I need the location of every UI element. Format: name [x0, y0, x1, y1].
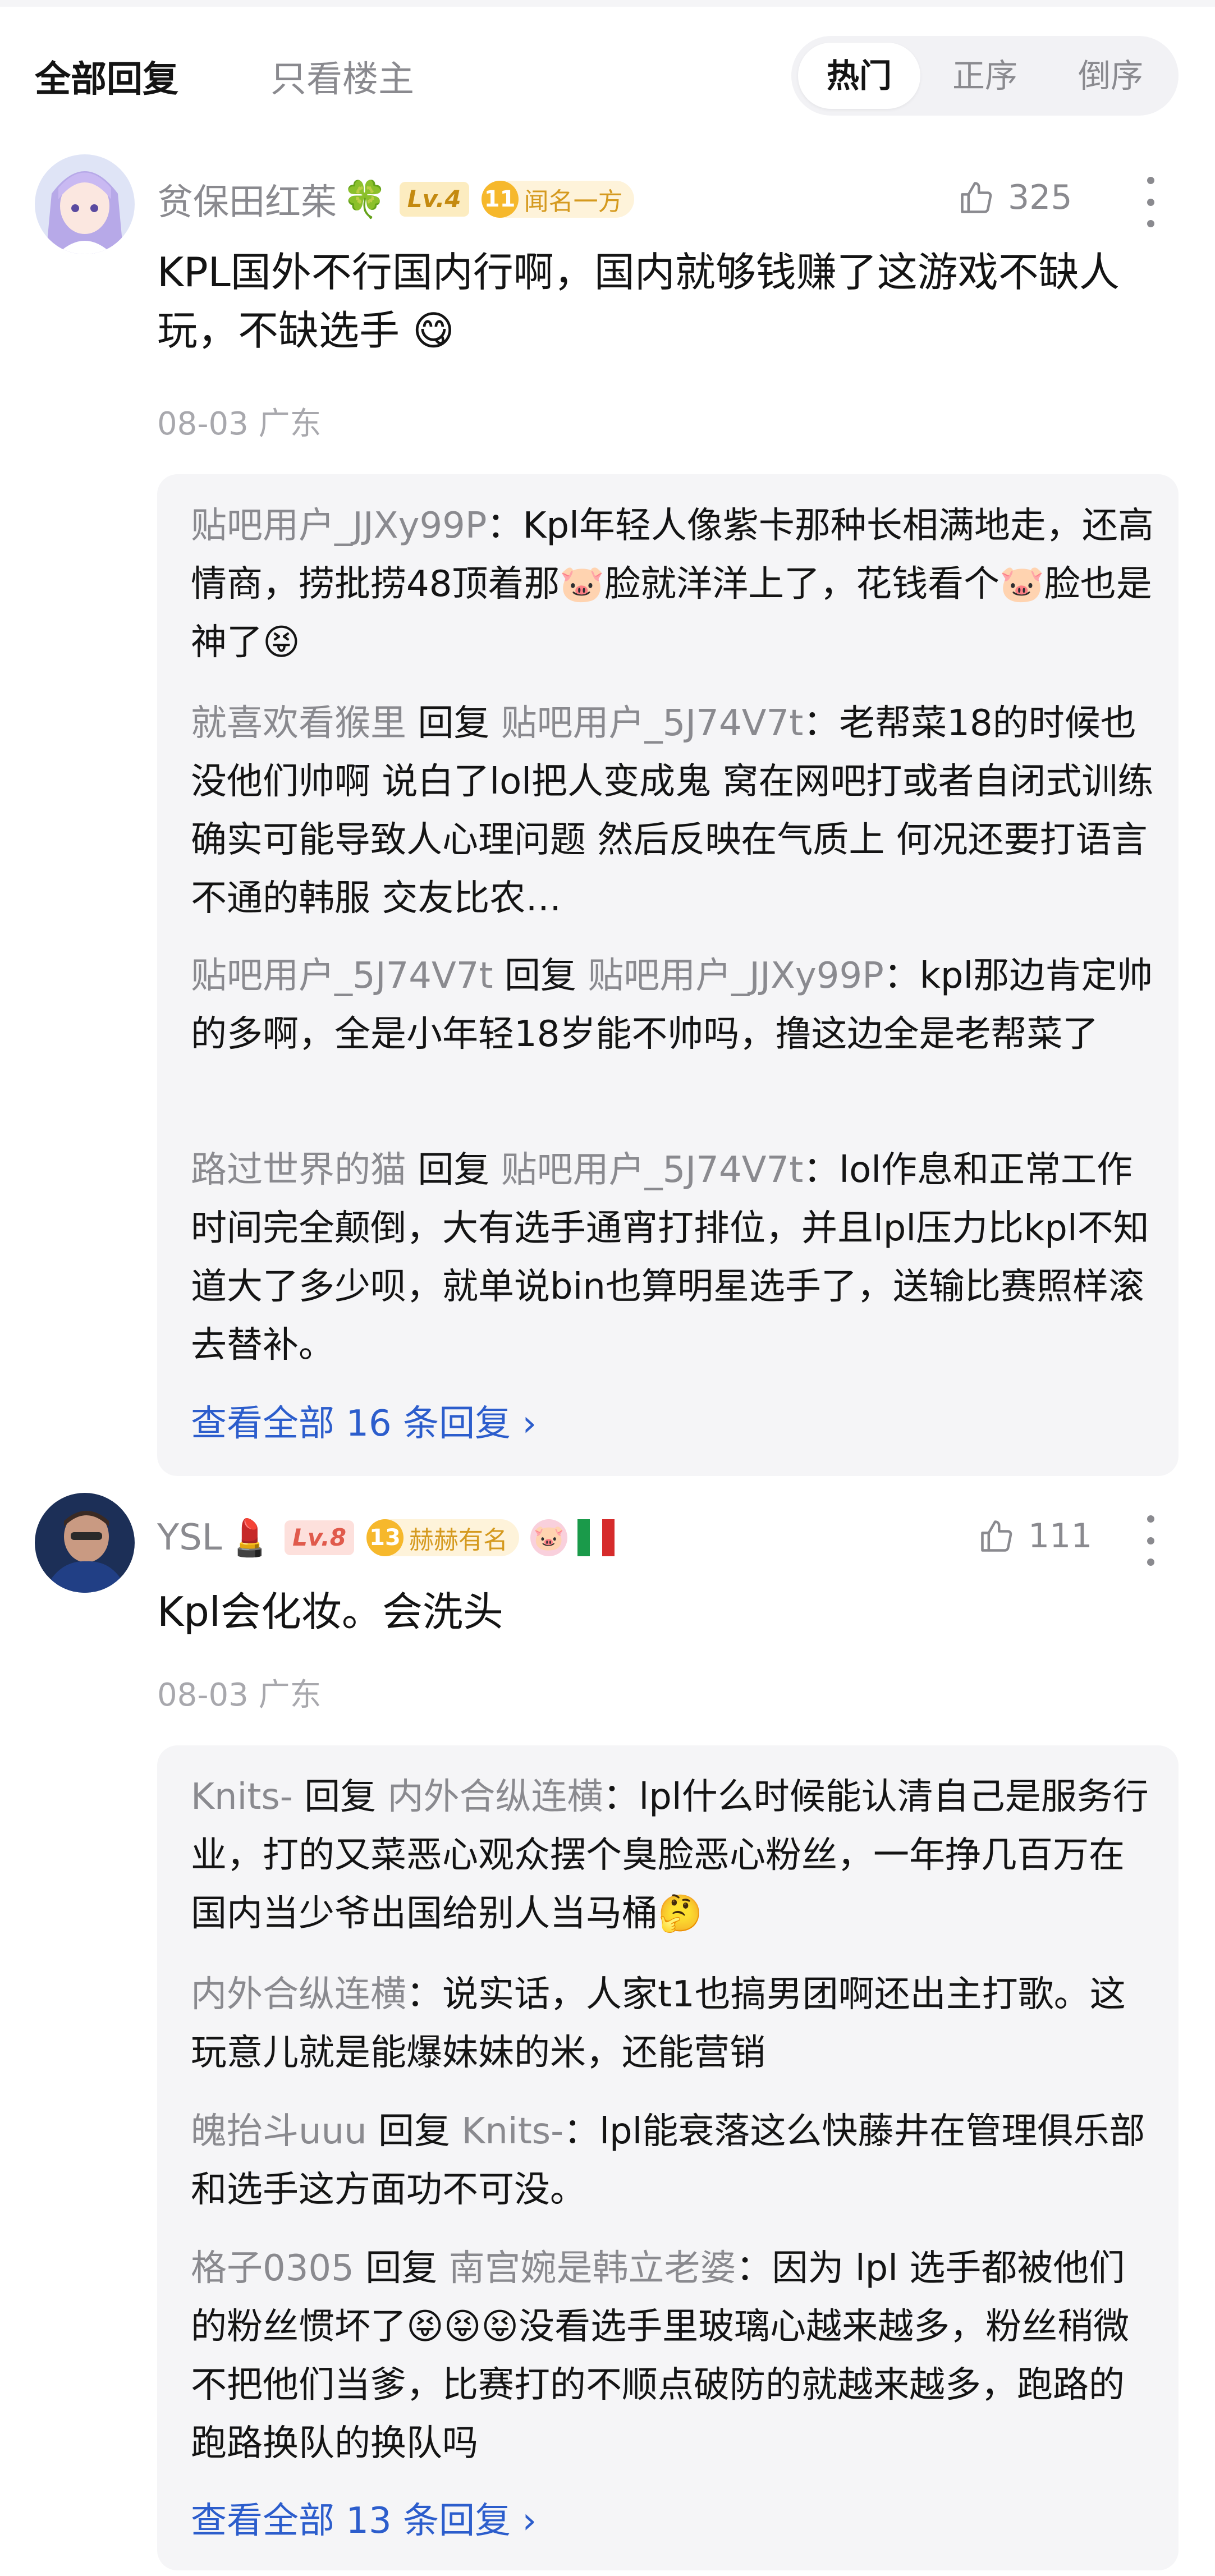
- medal-title: 赫赫有名: [409, 1526, 508, 1555]
- replies-box: 贴吧用户_JJXy99P：Kpl年轻人像紫卡那种长相满地走，还高情商，捞批捞48…: [157, 474, 1179, 1476]
- reply-item[interactable]: Knits- 回复 内外合纵连横：lpl什么时候能认清自己是服务行业，打的又菜恶…: [191, 1768, 1156, 1943]
- reply-word: 回复: [418, 703, 490, 744]
- reply-target[interactable]: 贴吧用户_5J74V7t: [501, 1149, 804, 1191]
- sort-ascending[interactable]: 正序: [924, 43, 1046, 109]
- username[interactable]: 贫保田红茱: [157, 173, 337, 225]
- honor-medal: 11 闻名一方: [481, 181, 634, 218]
- more-options-icon[interactable]: [1145, 1515, 1156, 1566]
- like-button[interactable]: 325: [957, 178, 1072, 217]
- reply-item[interactable]: 格子0305 回复 南宫婉是韩立老婆：因为 lpl 选手都被他们的粉丝惯坏了😝😝…: [191, 2239, 1156, 2473]
- reply-tabs-bar: 全部回复 只看楼主 热门 正序 倒序: [0, 34, 1215, 118]
- like-count: 325: [1008, 178, 1072, 217]
- reply-user[interactable]: 内外合纵连横: [191, 1974, 406, 2015]
- reply-word: 回复: [504, 955, 576, 997]
- honor-medal: 13 赫赫有名: [366, 1519, 519, 1556]
- reply-item[interactable]: 贴吧用户_JJXy99P：Kpl年轻人像紫卡那种长相满地走，还高情商，捞批捞48…: [191, 497, 1156, 672]
- tab-all-replies[interactable]: 全部回复: [35, 51, 178, 102]
- avatar[interactable]: [35, 154, 135, 254]
- reply-user[interactable]: 贴吧用户_5J74V7t: [191, 955, 493, 997]
- reply-target[interactable]: 贴吧用户_5J74V7t: [501, 703, 804, 744]
- reply-target[interactable]: 南宫婉是韩立老婆: [449, 2248, 736, 2289]
- pig-badge-icon: 🐷: [530, 1519, 567, 1556]
- comment-meta: 08-03 广东: [157, 1677, 322, 1713]
- top-edge: [0, 0, 1215, 7]
- medal-number: 11: [481, 181, 519, 218]
- comment-header: 贫保田红茱 🍀 Lv.4 11 闻名一方: [157, 166, 634, 233]
- reply-item[interactable]: 内外合纵连横：说实话，人家t1也搞男团啊还出主打歌。这玩意儿就是能爆妹妹的米，还…: [191, 1965, 1156, 2082]
- reply-target[interactable]: 贴吧用户_JJXy99P: [588, 955, 884, 997]
- tab-op-only[interactable]: 只看楼主: [270, 51, 414, 102]
- sort-switch: 热门 正序 倒序: [791, 36, 1179, 116]
- reply-user[interactable]: Knits-: [191, 1776, 293, 1818]
- view-all-replies-link[interactable]: 查看全部 13 条回复 ›: [191, 2492, 537, 2543]
- username[interactable]: YSL: [157, 1517, 222, 1559]
- comment-item: 贫保田红茱 🍀 Lv.4 11 闻名一方 325 KPL国外不行国内行啊，国内就…: [0, 149, 1215, 1484]
- reply-item[interactable]: 路过世界的猫 回复 贴吧用户_5J74V7t：lol作息和正常工作时间完全颠倒，…: [191, 1141, 1156, 1374]
- reply-item[interactable]: 魄抬斗uuu 回复 Knits-：lpl能衰落这么快藤井在管理俱乐部和选手这方面…: [191, 2102, 1156, 2219]
- sort-hot[interactable]: 热门: [798, 43, 920, 109]
- medal-number: 13: [366, 1519, 404, 1556]
- reply-user[interactable]: 格子0305: [191, 2248, 354, 2289]
- comment-header: YSL 💄 Lv.8 13 赫赫有名 🐷: [157, 1504, 615, 1571]
- reply-item[interactable]: 就喜欢看猴里 回复 贴吧用户_5J74V7t：老帮菜18的时候也没他们帅啊 说白…: [191, 694, 1156, 928]
- italy-flag-icon: [577, 1519, 615, 1556]
- comment-meta: 08-03 广东: [157, 406, 322, 442]
- like-button[interactable]: 111: [978, 1516, 1093, 1556]
- reply-word: 回复: [304, 1776, 377, 1818]
- more-options-icon[interactable]: [1145, 177, 1156, 227]
- reply-word: 回复: [418, 1149, 490, 1191]
- reply-word: 回复: [378, 2111, 451, 2152]
- replies-box: Knits- 回复 内外合纵连横：lpl什么时候能认清自己是服务行业，打的又菜恶…: [157, 1745, 1179, 2570]
- reply-target[interactable]: Knits-: [461, 2111, 563, 2152]
- avatar[interactable]: [35, 1493, 135, 1593]
- clover-icon: 🍀: [342, 178, 387, 221]
- thumbs-up-icon: [981, 1520, 1012, 1552]
- reply-user[interactable]: 贴吧用户_JJXy99P: [191, 505, 487, 547]
- reply-item[interactable]: 贴吧用户_5J74V7t 回复 贴吧用户_JJXy99P：kpl那边肯定帅的多啊…: [191, 947, 1156, 1122]
- reply-user[interactable]: 就喜欢看猴里: [191, 703, 406, 744]
- comment-item: YSL 💄 Lv.8 13 赫赫有名 🐷 111 Kpl会化妆。会洗头 08-0…: [0, 1487, 1215, 2576]
- reply-user[interactable]: 路过世界的猫: [191, 1149, 406, 1191]
- lipstick-icon: 💄: [227, 1517, 273, 1559]
- level-badge: Lv.4: [399, 182, 469, 217]
- like-count: 111: [1028, 1516, 1093, 1556]
- comment-text: Kpl会化妆。会洗头: [157, 1588, 503, 1635]
- level-badge: Lv.8: [285, 1520, 354, 1555]
- reply-target[interactable]: 内外合纵连横: [388, 1776, 603, 1818]
- sort-descending[interactable]: 倒序: [1049, 43, 1172, 109]
- comment-text: KPL国外不行国内行啊，国内就够钱赚了这游戏不缺人玩，不缺选手 😋: [157, 249, 1120, 354]
- reply-word: 回复: [365, 2248, 438, 2289]
- thumbs-up-icon: [961, 182, 992, 213]
- view-all-replies-link[interactable]: 查看全部 16 条回复 ›: [191, 1395, 537, 1446]
- medal-title: 闻名一方: [524, 187, 623, 216]
- reply-user[interactable]: 魄抬斗uuu: [191, 2111, 367, 2152]
